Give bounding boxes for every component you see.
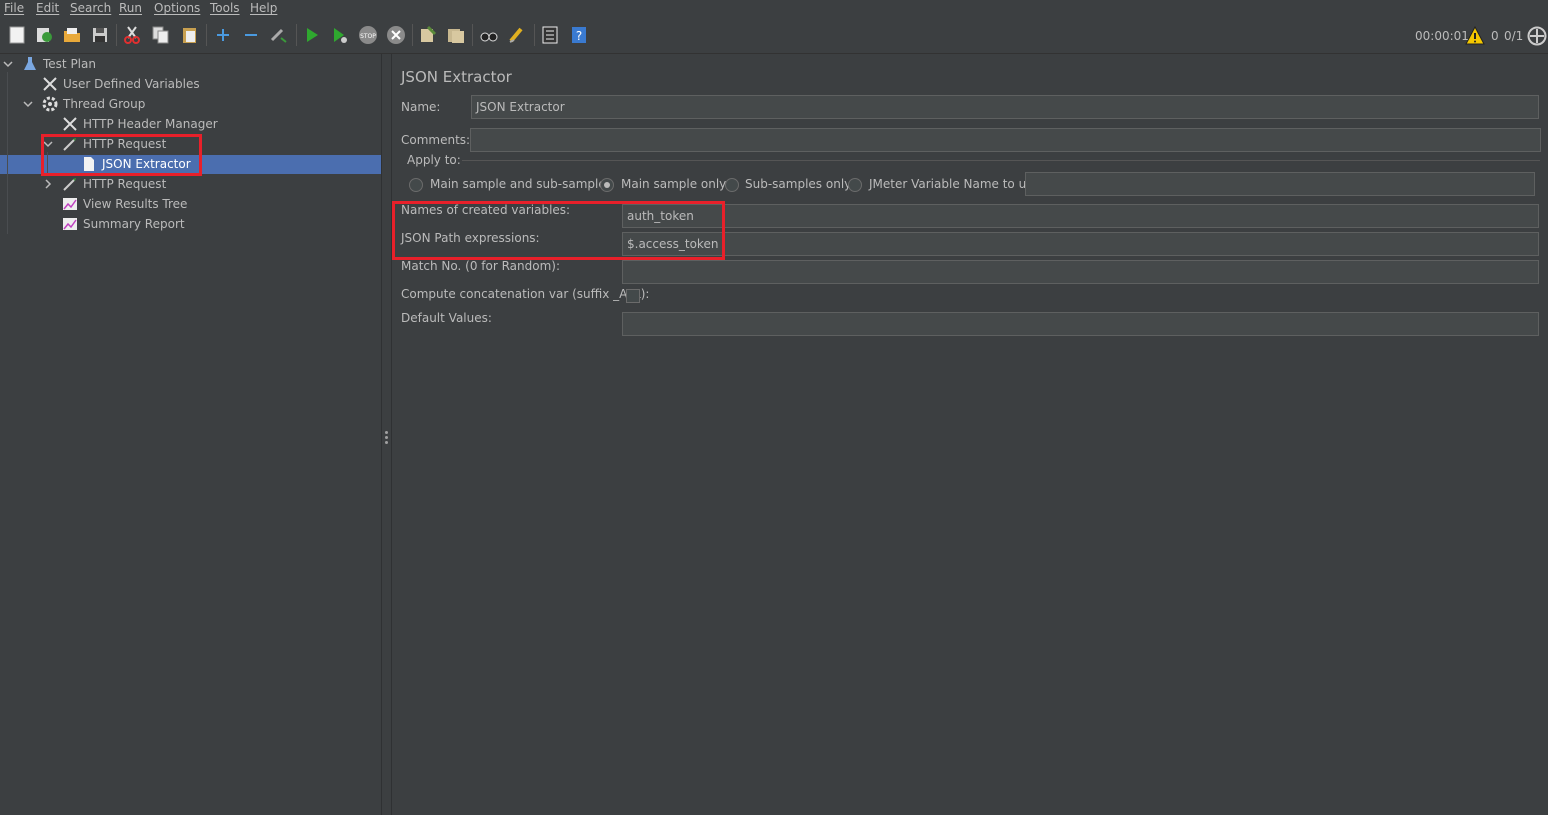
menu-options[interactable]: Options (154, 0, 200, 16)
tree-node-label: Test Plan (43, 57, 96, 71)
elapsed-time: 00:00:01 (1415, 29, 1469, 43)
comments-label: Comments: (401, 133, 471, 147)
tree-node-label: Summary Report (83, 217, 185, 231)
active-threads: 0/1 (1504, 29, 1524, 43)
stop-icon[interactable]: STOP (358, 25, 378, 45)
menu-help[interactable]: Help (250, 0, 277, 16)
menu-run[interactable]: Run (119, 0, 142, 16)
wrench-icon (42, 76, 58, 92)
radio-label: Sub-samples only (745, 177, 852, 191)
json-extractor-panel (391, 54, 1548, 815)
templates-icon[interactable] (34, 25, 54, 45)
json-path-label: JSON Path expressions: (401, 231, 540, 245)
radio-jmeter-variable[interactable] (848, 178, 862, 192)
chevron-down-icon[interactable] (43, 139, 53, 149)
tree-node-label: HTTP Request (83, 177, 167, 191)
graph-icon (62, 216, 78, 232)
menu-tools[interactable]: Tools (210, 0, 240, 16)
remote-icon[interactable] (1527, 26, 1547, 46)
function-helper-icon[interactable] (540, 25, 560, 45)
names-of-variables-label: Names of created variables: (401, 203, 571, 217)
radio-sub-samples-only[interactable] (725, 178, 739, 192)
toolbar: STOP ? (0, 19, 1548, 54)
json-path-field[interactable]: $.access_token (622, 232, 1539, 256)
name-field[interactable]: JSON Extractor (471, 95, 1539, 119)
radio-main-and-sub-samples[interactable] (409, 178, 423, 192)
save-icon[interactable] (90, 25, 110, 45)
chevron-right-icon[interactable] (43, 179, 53, 189)
paste-icon[interactable] (180, 25, 200, 45)
pipette-icon (62, 136, 78, 152)
search-icon[interactable] (479, 25, 499, 45)
wrench-icon (62, 116, 78, 132)
default-values-field[interactable] (622, 312, 1539, 336)
tree-node-label: HTTP Request (83, 137, 167, 151)
panel-title: JSON Extractor (401, 68, 512, 86)
toggle-icon[interactable] (269, 25, 289, 45)
match-no-field[interactable] (622, 260, 1539, 284)
reset-search-icon[interactable] (507, 25, 527, 45)
collapse-icon[interactable] (241, 25, 261, 45)
match-no-label: Match No. (0 for Random): (401, 259, 561, 273)
cut-icon[interactable] (122, 25, 142, 45)
tree-node-label: View Results Tree (83, 197, 188, 211)
help-icon[interactable]: ? (569, 25, 589, 45)
graph-icon (62, 196, 78, 212)
pipette-icon (62, 176, 78, 192)
shutdown-icon[interactable] (386, 25, 406, 45)
radio-main-sample-only[interactable] (600, 178, 614, 192)
menu-bar: File Edit Search Run Options Tools Help (0, 0, 1548, 16)
start-icon[interactable] (302, 25, 322, 45)
radio-label: JMeter Variable Name to use (869, 177, 1040, 191)
expand-icon[interactable] (213, 25, 233, 45)
tree-node-label: JSON Extractor (102, 157, 191, 171)
tree-node-label: HTTP Header Manager (83, 117, 218, 131)
clear-icon[interactable] (418, 25, 438, 45)
tree-node-label: User Defined Variables (63, 77, 200, 91)
radio-label: Main sample only (621, 177, 727, 191)
compute-concat-checkbox[interactable] (626, 289, 640, 303)
comments-field[interactable] (470, 128, 1541, 152)
default-values-label: Default Values: (401, 311, 492, 325)
svg-text:STOP: STOP (360, 33, 376, 40)
warning-count: 0 (1491, 29, 1499, 43)
chevron-down-icon[interactable] (3, 59, 13, 69)
open-icon[interactable] (62, 25, 82, 45)
jmeter-variable-field[interactable] (1025, 172, 1535, 196)
document-icon (81, 156, 97, 172)
menu-file[interactable]: File (4, 0, 24, 16)
names-of-variables-field[interactable]: auth_token (622, 204, 1539, 228)
name-label: Name: (401, 100, 441, 114)
copy-icon[interactable] (151, 25, 171, 45)
compute-concat-label: Compute concatenation var (suffix _ALL): (401, 287, 650, 301)
menu-search[interactable]: Search (70, 0, 111, 16)
svg-text:?: ? (576, 29, 582, 43)
radio-label: Main sample and sub-samples (430, 177, 612, 191)
tree-node-label: Thread Group (63, 97, 146, 111)
gear-icon (42, 96, 58, 112)
clear-all-icon[interactable] (446, 25, 466, 45)
new-icon[interactable] (7, 25, 27, 45)
chevron-down-icon[interactable] (23, 99, 33, 109)
apply-to-label: Apply to: (407, 153, 461, 167)
menu-edit[interactable]: Edit (36, 0, 59, 16)
start-no-pauses-icon[interactable] (330, 25, 350, 45)
flask-icon (22, 56, 38, 72)
